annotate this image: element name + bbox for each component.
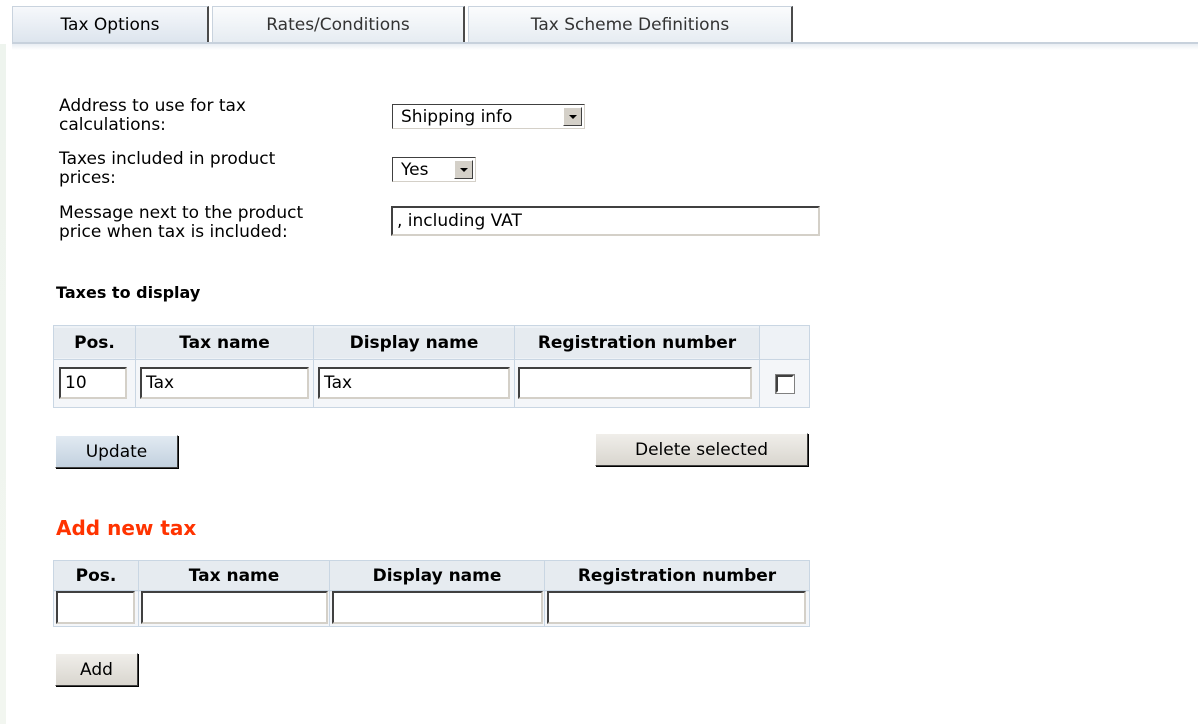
add-registration-number-input[interactable] [547, 591, 806, 624]
taxes-header-pos: Pos. [54, 328, 135, 358]
add-display-name-input[interactable] [332, 591, 543, 624]
included-label: Taxes included in product prices: [59, 150, 275, 188]
taxes-to-display-title: Taxes to display [56, 283, 201, 302]
message-label-line2: price when tax is included: [59, 222, 288, 242]
add-header-tax-name: Tax name [139, 561, 329, 592]
included-label-line2: prices: [59, 168, 116, 188]
taxes-header-display-name: Display name [314, 328, 514, 358]
tab-tax-options[interactable]: Tax Options [12, 6, 209, 42]
taxes-col-sep [135, 326, 136, 407]
taxes-col-sep [759, 326, 760, 407]
taxes-row-pos-input[interactable]: 10 [59, 367, 127, 399]
message-label-line1: Message next to the product [59, 203, 304, 223]
chevron-down-icon [459, 167, 468, 172]
address-label-line2: calculations: [59, 115, 166, 135]
included-select[interactable]: Yes [392, 157, 476, 182]
taxes-row-select-checkbox[interactable] [775, 374, 795, 394]
delete-selected-button[interactable]: Delete selected [595, 433, 808, 466]
add-pos-input[interactable] [56, 591, 135, 624]
taxes-row-display-name-input[interactable]: Tax [318, 367, 510, 399]
left-decorative-strip [0, 44, 6, 724]
add-col-sep [544, 561, 545, 626]
included-select-value: Yes [401, 159, 429, 180]
add-col-sep [138, 561, 139, 626]
taxes-header-tax-name: Tax name [136, 328, 313, 358]
taxes-header-divider [54, 359, 809, 360]
add-header-pos: Pos. [54, 561, 138, 592]
tab-underline-shadow [12, 44, 1198, 50]
add-button[interactable]: Add [55, 653, 138, 686]
taxes-col-sep [514, 326, 515, 407]
tab-rates-conditions[interactable]: Rates/Conditions [212, 6, 465, 42]
address-select-value: Shipping info [401, 106, 513, 127]
address-label-line1: Address to use for tax [59, 96, 246, 116]
taxes-row-tax-name-input[interactable]: Tax [140, 367, 309, 399]
taxes-row-registration-number-input[interactable] [518, 367, 752, 399]
tab-bar: Tax Options Rates/Conditions Tax Scheme … [12, 6, 796, 44]
included-dropdown-button[interactable] [454, 160, 473, 179]
message-label: Message next to the product price when t… [59, 204, 303, 242]
tab-tax-scheme-definitions[interactable]: Tax Scheme Definitions [468, 6, 793, 42]
address-dropdown-button[interactable] [563, 107, 582, 126]
message-input[interactable]: , including VAT [391, 206, 820, 236]
add-new-tax-title: Add new tax [56, 516, 197, 540]
add-header-registration-number: Registration number [545, 561, 809, 592]
taxes-col-sep [313, 326, 314, 407]
add-tax-name-input[interactable] [141, 591, 328, 624]
address-select[interactable]: Shipping info [392, 104, 585, 129]
update-button[interactable]: Update [55, 435, 178, 468]
address-label: Address to use for tax calculations: [59, 97, 246, 135]
included-label-line1: Taxes included in product [59, 149, 276, 169]
add-col-sep [329, 561, 330, 626]
add-header-display-name: Display name [330, 561, 544, 592]
chevron-down-icon [568, 114, 577, 119]
taxes-header-registration-number: Registration number [515, 328, 759, 358]
